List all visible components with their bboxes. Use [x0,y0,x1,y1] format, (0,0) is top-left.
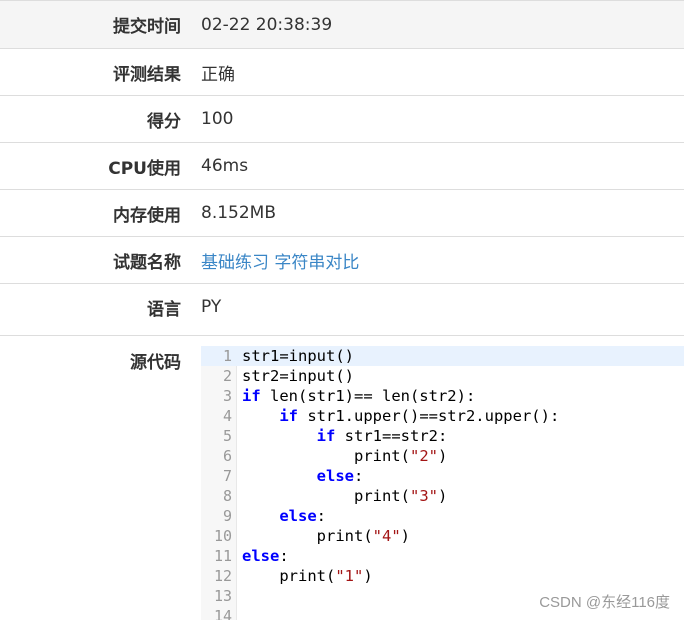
code-text: str1=input() [242,346,354,366]
code-string: "1" [335,567,363,585]
code-keyword: if [279,407,298,425]
row-submit-time: 提交时间 02-22 20:38:39 [0,0,684,48]
line-number: 5 [201,426,232,446]
code-text: str2=input() [242,366,354,386]
code-string: "4" [373,527,401,545]
row-result: 评测结果 正确 [0,48,684,95]
code-text: else: [242,546,289,566]
code-keyword: if [242,387,261,405]
watermark: CSDN @东经116度 [539,591,670,612]
result-value: 正确 [181,60,235,85]
source-code-label: 源代码 [0,348,181,373]
code-text: print("1") [242,566,373,586]
code-keyword: else [317,467,354,485]
code-text: print("4") [242,526,410,546]
problem-name-label: 试题名称 [0,248,181,273]
code-text: if str1.upper()==str2.upper(): [242,406,559,426]
code-text: print("2") [242,446,447,466]
line-number: 4 [201,406,232,426]
code-text: else: [242,466,363,486]
line-number: 8 [201,486,232,506]
line-number: 3 [201,386,232,406]
memory-label: 内存使用 [0,201,181,226]
code-text: if str1==str2: [242,426,447,446]
code-editor[interactable]: 1 str1=input() 2 str2=input() 3 if len(str1)=… [201,346,684,620]
line-number: 6 [201,446,232,466]
row-problem-name: 试题名称 基础练习 字符串对比 [0,236,684,283]
score-value: 100 [181,109,233,129]
code-line: 5 if str1==str2: [201,426,684,446]
code-keyword: else [242,547,279,565]
code-text: if len(str1)== len(str2): [242,386,475,406]
row-score: 得分 100 [0,95,684,142]
cpu-value: 46ms [181,156,248,176]
code-keyword: else [279,507,316,525]
code-line: 1 str1=input() [201,346,684,366]
code-line: 9 else: [201,506,684,526]
code-text: else: [242,506,326,526]
line-number: 9 [201,506,232,526]
submit-time-value: 02-22 20:38:39 [181,15,332,35]
row-cpu: CPU使用 46ms [0,142,684,189]
cpu-label: CPU使用 [0,154,181,179]
code-line: 12 print("1") [201,566,684,586]
line-number: 14 [201,606,232,620]
row-memory: 内存使用 8.152MB [0,189,684,236]
row-language: 语言 PY [0,283,684,330]
code-line: 3 if len(str1)== len(str2): [201,386,684,406]
line-number: 11 [201,546,232,566]
code-line: 8 print("3") [201,486,684,506]
code-line: 2 str2=input() [201,366,684,386]
submit-time-label: 提交时间 [0,12,181,37]
line-number: 12 [201,566,232,586]
language-value: PY [181,297,221,317]
result-label: 评测结果 [0,60,181,85]
problem-name-link[interactable]: 基础练习 字符串对比 [181,248,359,273]
code-line: 6 print("2") [201,446,684,466]
line-number: 10 [201,526,232,546]
code-line: 4 if str1.upper()==str2.upper(): [201,406,684,426]
submission-details-table: 提交时间 02-22 20:38:39 评测结果 正确 得分 100 CPU使用… [0,0,684,330]
code-string: "2" [410,447,438,465]
line-number: 2 [201,366,232,386]
code-string: "3" [410,487,438,505]
code-line: 11 else: [201,546,684,566]
line-number: 1 [201,346,232,366]
language-label: 语言 [0,295,181,320]
row-source-code: 源代码 1 str1=input() 2 str2=input() 3 if len(st… [0,335,684,619]
line-number: 13 [201,586,232,606]
code-line: 10 print("4") [201,526,684,546]
line-number: 7 [201,466,232,486]
code-text: print("3") [242,486,447,506]
score-label: 得分 [0,107,181,132]
memory-value: 8.152MB [181,203,276,223]
code-keyword: if [317,427,336,445]
code-line: 7 else: [201,466,684,486]
